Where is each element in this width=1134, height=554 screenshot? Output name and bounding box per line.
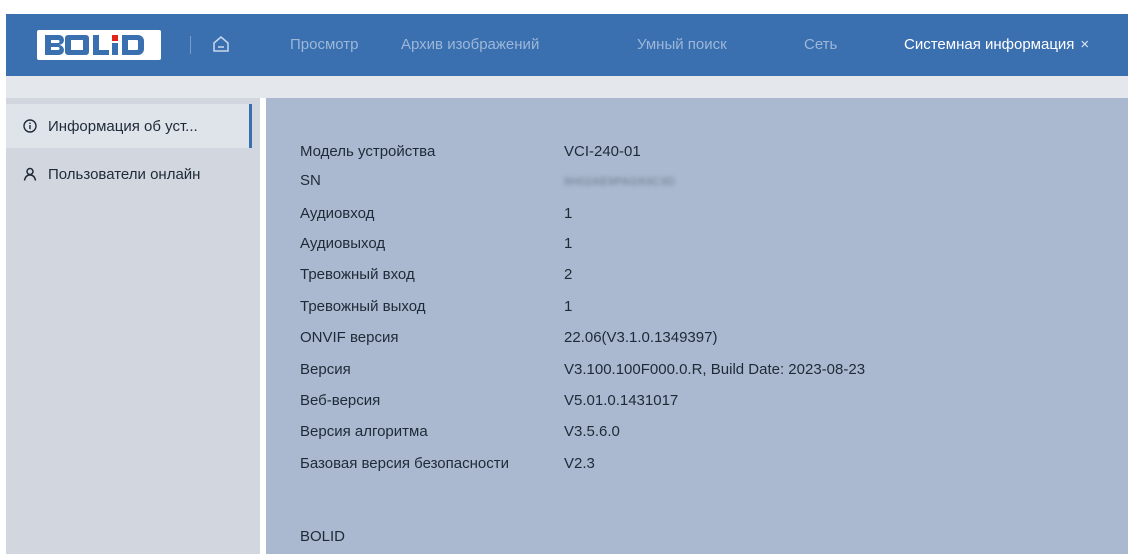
sidebar-item-label: Информация об уст...: [48, 117, 198, 135]
tab-smart-search[interactable]: Умный поиск: [637, 14, 727, 76]
info-value: V2.3: [564, 455, 595, 472]
top-navigation-bar: Просмотр Архив изображений Умный поиск С…: [6, 14, 1128, 76]
sidebar-item-label: Пользователи онлайн: [48, 165, 201, 183]
info-value: V5.01.0.1431017: [564, 392, 679, 409]
tab-preview[interactable]: Просмотр: [290, 14, 359, 76]
info-value: 22.06(V3.1.0.1349397): [564, 329, 718, 346]
info-value: VCI-240-01: [564, 143, 641, 160]
logo-divider: [190, 36, 191, 54]
info-icon: [22, 118, 38, 134]
info-label: SN: [300, 172, 321, 189]
info-label: Базовая версия безопасности: [300, 455, 509, 472]
info-value: V3.5.6.0: [564, 423, 620, 440]
info-label: Веб-версия: [300, 392, 381, 409]
info-label: Тревожный выход: [300, 298, 426, 315]
header-strip: [6, 76, 1128, 98]
bolid-logo[interactable]: [36, 29, 162, 61]
tab-system-information-label: Системная информация: [904, 36, 1075, 53]
vendor-name: BOLID: [300, 528, 346, 545]
user-icon: [22, 166, 38, 182]
tab-image-archive[interactable]: Архив изображений: [401, 14, 539, 76]
info-label: Модель устройства: [300, 143, 436, 160]
info-label: Версия алгоритма: [300, 423, 428, 440]
active-indicator: [249, 104, 252, 148]
close-icon[interactable]: ×: [1080, 36, 1089, 53]
info-label: Версия: [300, 361, 351, 378]
info-label: Аудиовход: [300, 205, 375, 222]
info-value: 9H02AE9PAG93C3D: [564, 167, 675, 196]
tab-network[interactable]: Сеть: [804, 14, 837, 76]
device-info-panel: Модель устройства VCI-240-01 SN 9H02AE9P…: [266, 98, 1128, 554]
tab-system-information[interactable]: Системная информация ×: [904, 14, 1089, 76]
info-label: Тревожный вход: [300, 266, 415, 283]
info-value: 1: [564, 205, 573, 222]
serial-number-blurred: 9H02AE9PAG93C3D: [564, 176, 676, 188]
sidebar-item-online-users[interactable]: Пользователи онлайн: [6, 152, 252, 196]
info-value: 1: [564, 298, 573, 315]
info-value: V3.100.100F000.0.R, Build Date: 2023-08-…: [564, 361, 866, 378]
sidebar: Информация об уст... Пользователи онлайн: [6, 98, 260, 554]
info-value: 2: [564, 266, 573, 283]
info-label: ONVIF версия: [300, 329, 399, 346]
sidebar-item-device-info[interactable]: Информация об уст...: [6, 104, 252, 148]
logo-graphic: [37, 30, 161, 60]
info-value: 1: [564, 235, 573, 252]
info-label: Аудиовыход: [300, 235, 386, 252]
home-icon[interactable]: [210, 33, 232, 55]
